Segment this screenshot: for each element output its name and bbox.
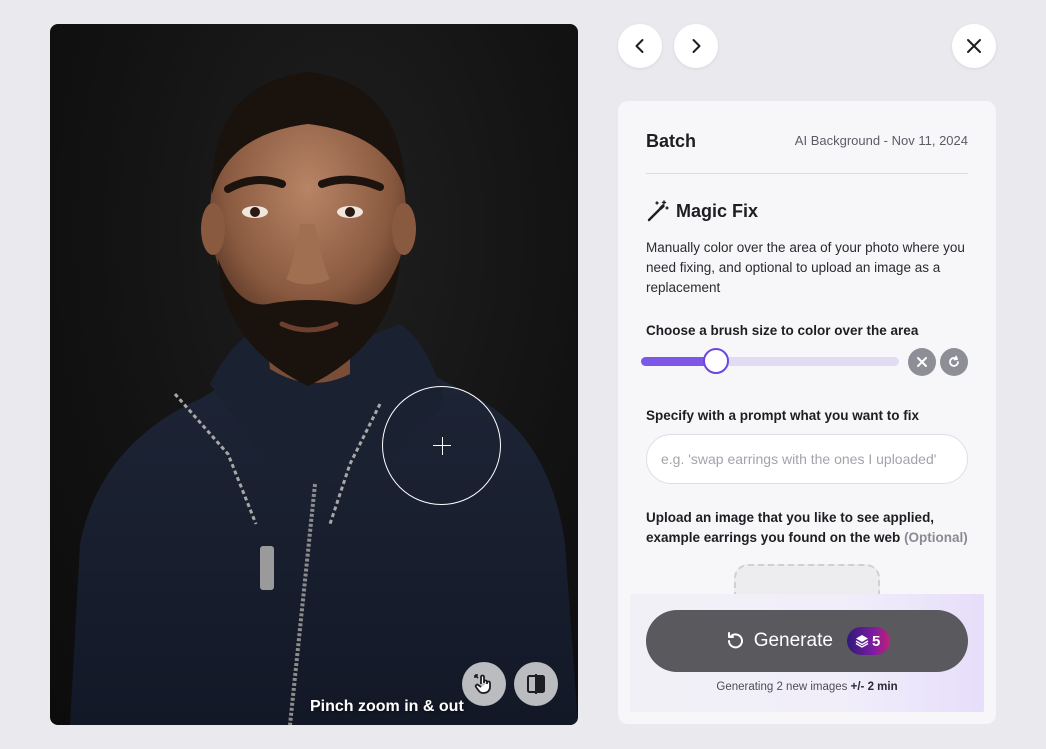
previous-button[interactable]: [618, 24, 662, 68]
brush-size-slider[interactable]: [641, 348, 899, 374]
upload-label: Upload an image that you like to see app…: [646, 508, 972, 548]
pinch-gesture-icon: [474, 674, 491, 694]
brush-size-label: Choose a brush size to color over the ar…: [646, 323, 919, 338]
chevron-left-icon: [635, 39, 644, 53]
photo-canvas[interactable]: Pinch zoom in & out: [50, 24, 578, 725]
generate-label: Generate: [753, 630, 833, 651]
generate-button[interactable]: Generate 5: [646, 610, 968, 672]
clear-x-icon: [917, 357, 927, 367]
layers-icon: [855, 635, 869, 648]
credits-badge: 5: [846, 627, 891, 655]
reset-icon: [949, 355, 959, 367]
magic-wand-icon: [647, 200, 669, 222]
prompt-input[interactable]: [646, 434, 968, 484]
optional-tag: (Optional): [904, 530, 968, 545]
panel-meta: AI Background - Nov 11, 2024: [794, 133, 968, 148]
generate-note: Generating 2 new images +/- 2 min: [618, 681, 996, 693]
close-icon: [967, 39, 981, 53]
slider-thumb[interactable]: [702, 348, 729, 374]
brush-cursor: [382, 386, 501, 505]
close-button[interactable]: [952, 24, 996, 68]
reset-brush-button[interactable]: [940, 348, 968, 376]
clear-brush-button[interactable]: [908, 348, 936, 376]
credits-count: 5: [871, 632, 881, 650]
divider: [646, 173, 968, 174]
portrait-image: [70, 72, 578, 725]
generate-note-time: +/- 2 min: [850, 681, 898, 693]
magic-fix-header: Magic Fix: [646, 199, 758, 223]
chevron-right-icon: [692, 39, 701, 53]
magic-fix-title: Magic Fix: [676, 200, 759, 221]
refresh-icon: [727, 632, 743, 649]
pinch-zoom-button[interactable]: [462, 662, 506, 706]
upload-label-line1: Upload an image that you like to see app…: [646, 510, 935, 525]
next-button[interactable]: [674, 24, 718, 68]
panel-title: Batch: [646, 131, 697, 151]
upload-label-line2: example earrings you found on the web: [646, 530, 901, 545]
zoom-hint-label: Pinch zoom in & out: [310, 698, 464, 715]
compare-button[interactable]: [514, 662, 558, 706]
generate-note-text: Generating 2 new images: [716, 681, 848, 693]
magic-fix-panel: Batch AI Background - Nov 11, 2024 Magic…: [618, 101, 996, 724]
compare-split-icon: [527, 674, 545, 694]
prompt-label: Specify with a prompt what you want to f…: [646, 408, 920, 423]
magic-fix-description: Manually color over the area of your pho…: [646, 240, 965, 295]
